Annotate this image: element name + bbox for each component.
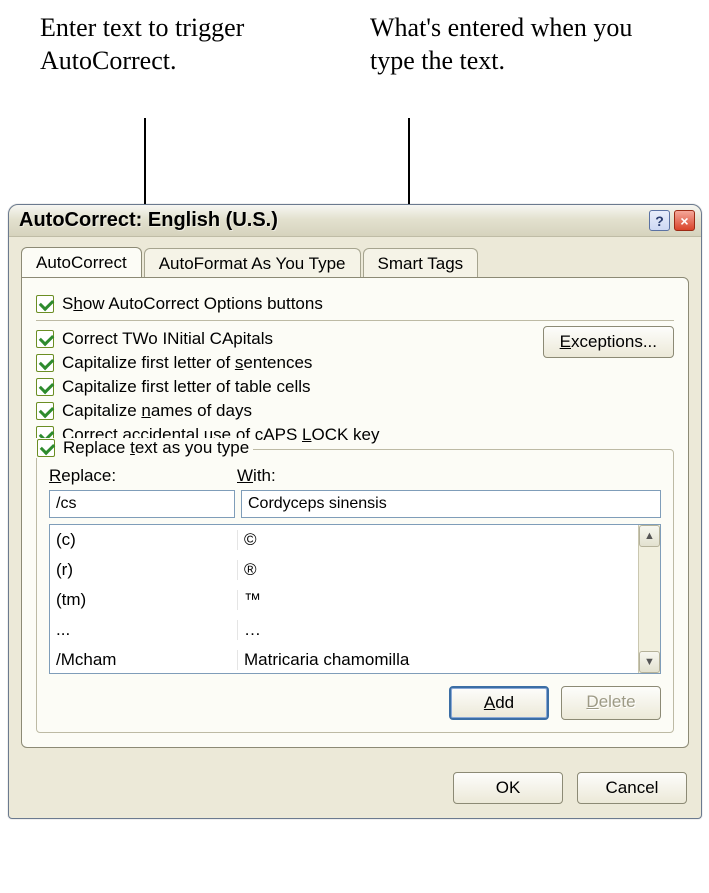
replace-list[interactable]: (c)©(r)®(tm)™...…/MchamMatricaria chamom… xyxy=(49,524,661,674)
list-item-replace: (tm) xyxy=(50,590,238,610)
with-label: With: xyxy=(237,466,661,486)
callout-result-text: What's entered when you type the text. xyxy=(370,12,670,77)
add-button[interactable]: Add xyxy=(449,686,549,720)
tab-autocorrect[interactable]: AutoCorrect xyxy=(21,247,142,277)
list-item[interactable]: (c)© xyxy=(50,525,638,555)
delete-button: Delete xyxy=(561,686,661,720)
autocorrect-dialog: AutoCorrect: English (U.S.) ? × AutoCorr… xyxy=(8,204,702,819)
check-label: Correct TWo INitial CApitals xyxy=(62,329,273,349)
list-item-with: ® xyxy=(238,560,638,580)
close-icon[interactable]: × xyxy=(674,210,695,231)
check-label: Replace text as you type xyxy=(63,438,249,458)
check-days[interactable]: Capitalize names of days xyxy=(36,401,674,421)
list-item[interactable]: (r)® xyxy=(50,555,638,585)
list-item-with: ™ xyxy=(238,590,638,610)
checkbox-icon[interactable] xyxy=(37,439,55,457)
replace-fieldset: Replace text as you type Replace: With: … xyxy=(36,449,674,733)
list-item-with: … xyxy=(238,620,638,640)
callout-trigger-text: Enter text to trigger AutoCorrect. xyxy=(40,12,290,77)
with-input[interactable] xyxy=(241,490,661,518)
help-icon[interactable]: ? xyxy=(649,210,670,231)
list-item-with: © xyxy=(238,530,638,550)
list-scrollbar[interactable]: ▲ ▼ xyxy=(638,525,660,673)
tab-panel-autocorrect: Show AutoCorrect Options buttons Excepti… xyxy=(21,277,689,748)
list-item[interactable]: ...… xyxy=(50,615,638,645)
check-label: Capitalize first letter of table cells xyxy=(62,377,311,397)
dialog-body: AutoCorrect AutoFormat As You Type Smart… xyxy=(9,237,701,760)
replace-input[interactable] xyxy=(49,490,235,518)
scroll-down-icon[interactable]: ▼ xyxy=(639,651,660,673)
divider xyxy=(36,320,674,321)
checkbox-icon[interactable] xyxy=(36,330,54,348)
tab-row: AutoCorrect AutoFormat As You Type Smart… xyxy=(21,245,689,277)
list-item-replace: (c) xyxy=(50,530,238,550)
check-replace-as-type[interactable]: Replace text as you type xyxy=(33,438,253,458)
list-item[interactable]: /MchamMatricaria chamomilla xyxy=(50,645,638,673)
cancel-button[interactable]: Cancel xyxy=(577,772,687,804)
replace-label: Replace: xyxy=(49,466,237,486)
ok-button[interactable]: OK xyxy=(453,772,563,804)
list-item-replace: ... xyxy=(50,620,238,640)
tab-autoformat[interactable]: AutoFormat As You Type xyxy=(144,248,361,278)
list-item-replace: /Mcham xyxy=(50,650,238,670)
scroll-up-icon[interactable]: ▲ xyxy=(639,525,660,547)
check-label: Capitalize names of days xyxy=(62,401,252,421)
dialog-title: AutoCorrect: English (U.S.) xyxy=(19,209,645,232)
checkbox-icon[interactable] xyxy=(36,378,54,396)
list-item-with: Matricaria chamomilla xyxy=(238,650,638,670)
list-item-replace: (r) xyxy=(50,560,238,580)
check-table-cells[interactable]: Capitalize first letter of table cells xyxy=(36,377,674,397)
checkbox-icon[interactable] xyxy=(36,402,54,420)
check-show-options[interactable]: Show AutoCorrect Options buttons xyxy=(36,294,674,314)
exceptions-button[interactable]: Exceptions... xyxy=(543,326,674,358)
list-item[interactable]: (tm)™ xyxy=(50,585,638,615)
checkbox-icon[interactable] xyxy=(36,354,54,372)
dialog-footer: OK Cancel xyxy=(9,760,701,818)
check-label: Capitalize first letter of sentences xyxy=(62,353,312,373)
tab-smarttags[interactable]: Smart Tags xyxy=(363,248,479,278)
checkbox-icon[interactable] xyxy=(36,295,54,313)
check-label: Show AutoCorrect Options buttons xyxy=(62,294,323,314)
titlebar: AutoCorrect: English (U.S.) ? × xyxy=(9,205,701,237)
